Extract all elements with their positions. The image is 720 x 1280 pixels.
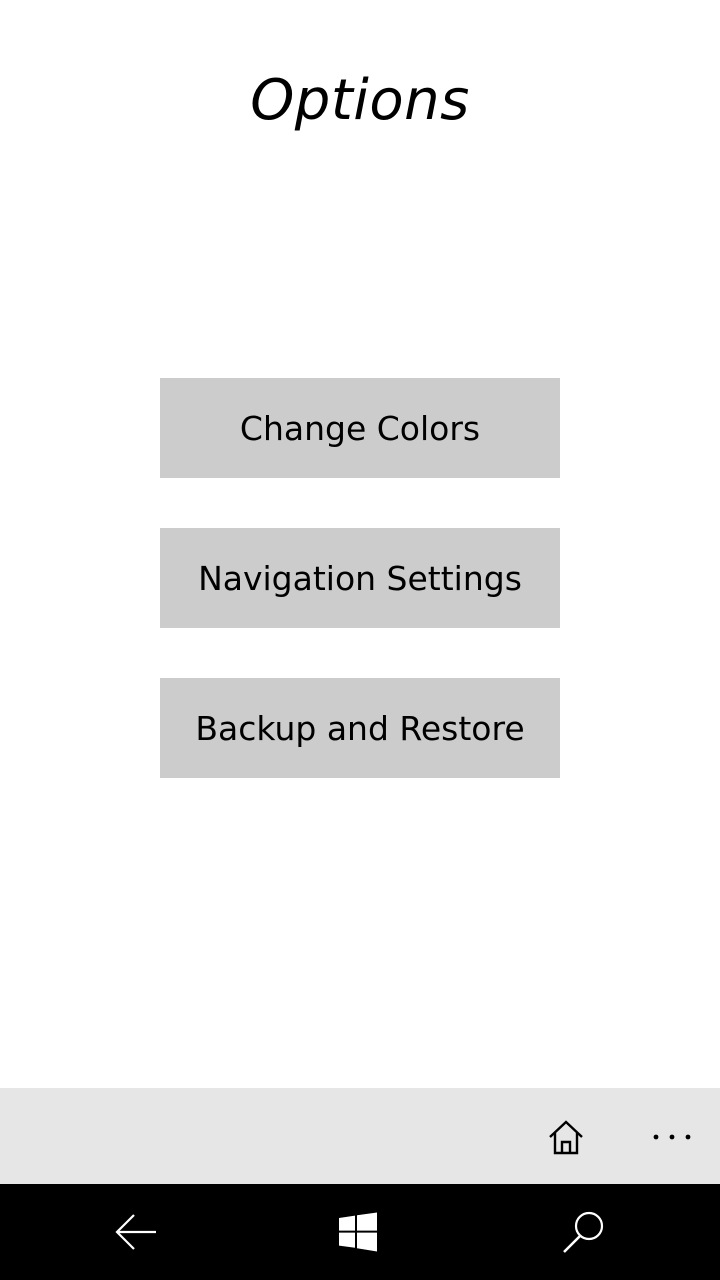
system-nav-bar [0,1184,720,1280]
more-options-button[interactable] [640,1112,704,1162]
options-screen: Options Change Colors Navigation Setting… [0,0,720,1280]
change-colors-label: Change Colors [239,408,481,448]
home-button[interactable] [538,1112,594,1162]
home-icon [549,1120,583,1155]
windows-start-icon [339,1212,377,1252]
navigation-settings-label: Navigation Settings [198,558,522,598]
search-icon [563,1211,604,1253]
navigation-settings-button[interactable]: Navigation Settings [160,528,560,628]
backup-and-restore-label: Backup and Restore [195,708,525,748]
change-colors-button[interactable]: Change Colors [160,378,560,478]
back-arrow-icon [115,1214,156,1250]
more-icon [653,1134,691,1140]
app-bar [0,1088,720,1184]
search-button[interactable] [552,1204,616,1260]
start-button[interactable] [326,1204,390,1260]
back-button[interactable] [104,1204,168,1260]
options-list: Change Colors Navigation Settings Backup… [160,378,560,828]
backup-and-restore-button[interactable]: Backup and Restore [160,678,560,778]
page-title: Options [250,68,470,133]
